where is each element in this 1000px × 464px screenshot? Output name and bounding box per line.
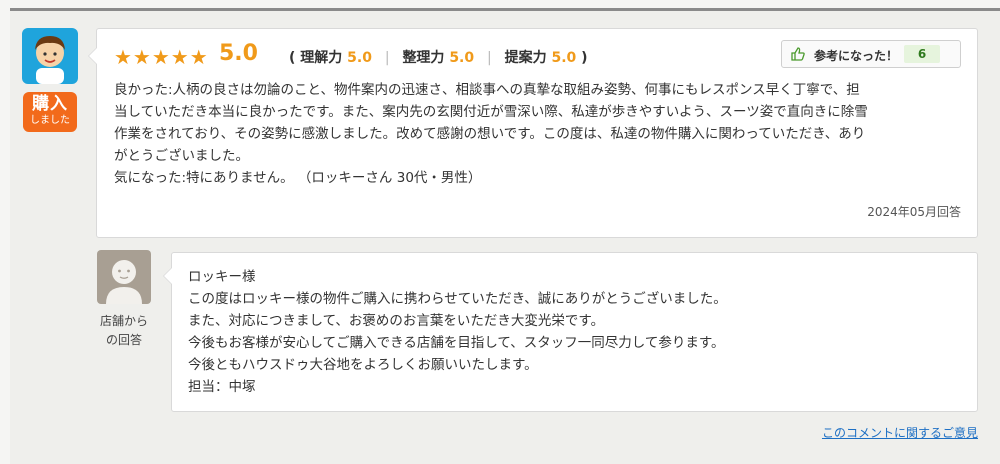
badge-line2: しました <box>30 115 70 126</box>
shop-label-line: の回答 <box>105 333 142 347</box>
review-line: がとうございました。 <box>114 148 249 164</box>
reply-line: 今後もお客様が安心してご購入できる店舗を目指して、スタッフ一同尽力して参ります。 <box>188 335 725 351</box>
review-line: 作業をされており、その姿勢に感激しました。改めて感謝の想いです。この度は、私達の… <box>114 126 866 142</box>
sub-score-label: 理解力 <box>300 50 343 66</box>
review-line: 気になった:特にありません。 （ロッキーさん 30代・男性） <box>114 170 482 186</box>
review-body: 良かった:人柄の良さは勿論のこと、物件案内の迅速さ、相談事への真摯な取組み姿勢、… <box>114 79 966 189</box>
review-line: 当していただき本当に良かったです。また、案内先の玄関付近が雪深い際、私達が歩きや… <box>114 104 868 120</box>
shop-reply-body: ロッキー様 この度はロッキー様の物件ご購入に携わらせていただき、誠にありがとうご… <box>188 266 727 398</box>
overall-score: 5.0 <box>219 41 258 66</box>
helpful-count: 6 <box>904 45 940 63</box>
badge-line1: 購入 <box>32 94 68 114</box>
reply-line: 今後ともハウスドゥ大谷地をよろしくお願いいたします。 <box>188 357 538 373</box>
comment-opinion-link[interactable]: このコメントに関するご意見 <box>822 424 978 441</box>
review-card: ★★★★★ 5.0 ( 理解力 5.0 | 整理力 5.0 | 提案力 5.0 … <box>88 28 978 238</box>
review-date: 2024年05月回答 <box>867 205 961 219</box>
thumbs-up-icon <box>790 46 806 62</box>
shop-reply-card: ロッキー様 この度はロッキー様の物件ご購入に携わらせていただき、誠にありがとうご… <box>163 252 978 412</box>
sub-score-value: 5.0 <box>449 50 475 66</box>
reply-line: また、対応につきまして、お褒めのお言葉をいただき大変光栄です。 <box>188 313 605 329</box>
shop-reply-label: 店舗から の回答 <box>92 312 156 350</box>
reply-line: 担当：中塚 <box>188 379 256 395</box>
helpful-button[interactable]: 参考になった！ 6 <box>781 40 961 68</box>
star-rating: ★★★★★ <box>114 45 209 69</box>
shop-avatar-icon <box>97 250 151 304</box>
sub-score-label: 提案力 <box>504 50 547 66</box>
shop-label-line: 店舗から <box>99 314 148 328</box>
sub-score-value: 5.0 <box>347 50 372 66</box>
sub-scores: ( 理解力 5.0 | 整理力 5.0 | 提案力 5.0 ) <box>289 50 588 66</box>
purchased-badge: 購入 しました <box>23 92 77 132</box>
review-line: 良かった:人柄の良さは勿論のこと、物件案内の迅速さ、相談事への真摯な取組み姿勢、… <box>114 82 860 98</box>
helpful-label: 参考になった！ <box>814 49 899 63</box>
user-avatar-icon <box>22 28 78 84</box>
sub-score-label: 整理力 <box>402 50 445 66</box>
sub-score-value: 5.0 <box>551 50 577 66</box>
reply-line: ロッキー様 <box>188 269 256 285</box>
reply-line: この度はロッキー様の物件ご購入に携わらせていただき、誠にありがとうございました。 <box>188 291 727 307</box>
